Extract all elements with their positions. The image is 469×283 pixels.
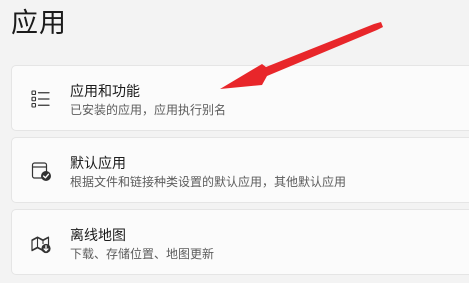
apps-and-features-description: 已安装的应用，应用执行别名 [70, 103, 227, 117]
offline-maps-icon [30, 232, 52, 254]
apps-and-features-item[interactable]: 应用和功能 已安装的应用，应用执行别名 [11, 65, 469, 131]
offline-maps-description: 下载、存储位置、地图更新 [70, 247, 215, 261]
apps-features-list-icon [30, 88, 52, 110]
page-title: 应用 [11, 8, 67, 39]
default-apps-icon [30, 160, 52, 182]
default-apps-description: 根据文件和链接种类设置的默认应用，其他默认应用 [70, 175, 347, 189]
apps-and-features-title: 应用和功能 [70, 84, 140, 100]
offline-maps-title: 离线地图 [70, 228, 126, 244]
default-apps-item[interactable]: 默认应用 根据文件和链接种类设置的默认应用，其他默认应用 [11, 137, 469, 203]
default-apps-title: 默认应用 [70, 156, 126, 172]
offline-maps-item[interactable]: 离线地图 下载、存储位置、地图更新 [11, 209, 469, 275]
